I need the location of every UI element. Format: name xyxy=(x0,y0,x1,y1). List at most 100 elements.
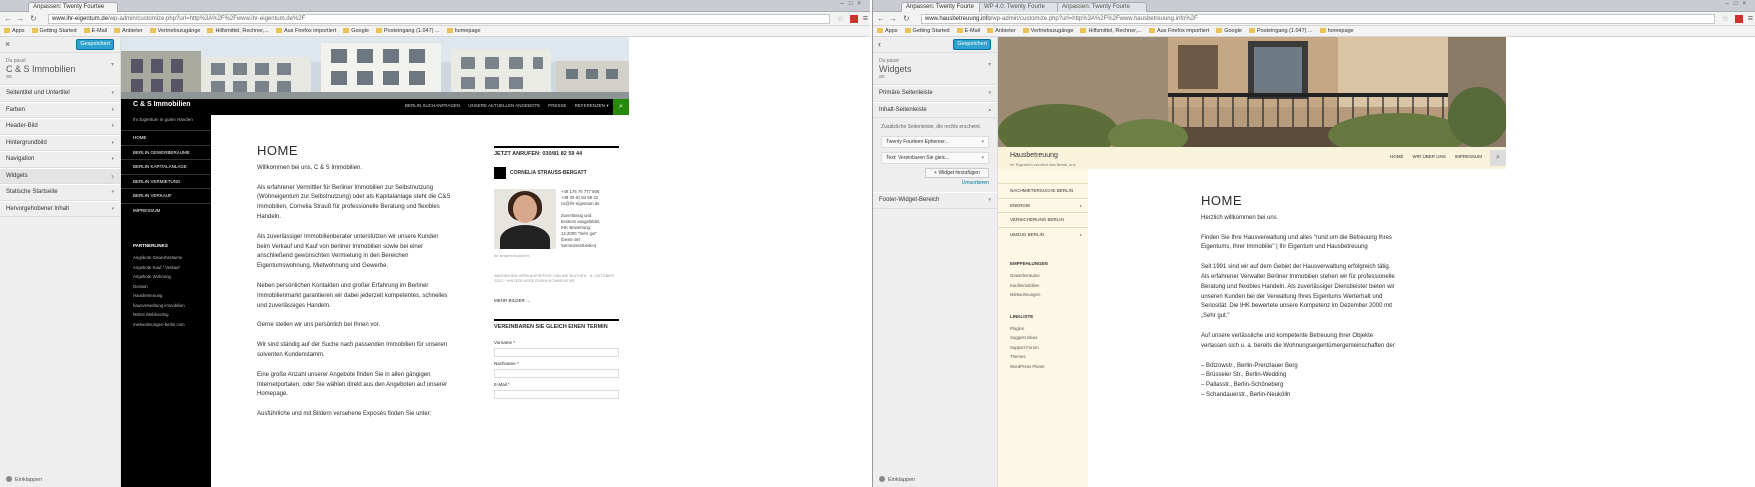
widget-link[interactable]: Themes xyxy=(1010,352,1076,362)
search-icon[interactable]: ⌕ xyxy=(613,99,629,115)
browser-menu-icon[interactable]: ≡ xyxy=(863,13,868,23)
saved-button[interactable]: Gespeichert xyxy=(953,39,991,50)
section-item[interactable]: Farben ▾ xyxy=(0,101,120,118)
bookmark-item[interactable]: Vertriebszugänge xyxy=(149,26,200,36)
nav-item[interactable]: VERSICHERUNG BERLIN xyxy=(998,212,1088,227)
search-icon[interactable]: ⌕ xyxy=(1490,150,1506,166)
reorder-link[interactable]: Umsortieren xyxy=(881,180,989,186)
widget-item[interactable]: Text: Vereinbaren Sie gleic... ▾ xyxy=(881,152,989,164)
url-input[interactable]: www.hausbetreuung.info/wp-admin/customiz… xyxy=(921,14,1715,24)
browser-menu-icon[interactable]: ≡ xyxy=(1748,13,1753,23)
nav-item[interactable]: IMPRESSUM xyxy=(121,202,211,218)
bookmark-item[interactable]: Google xyxy=(1216,26,1242,36)
bookmark-item[interactable]: Anbieter xyxy=(114,26,143,36)
window-controls[interactable]: –□× xyxy=(1726,1,1751,7)
bookmark-item[interactable]: Aus Firefox importiert xyxy=(275,26,336,36)
widget-link[interactable]: Kaufimmobilien xyxy=(1010,281,1076,291)
bookmark-item[interactable]: homepage xyxy=(446,26,481,36)
nav-item[interactable]: UMZUG BERLIN ▸ xyxy=(998,226,1088,242)
forward-icon[interactable]: → xyxy=(16,14,24,23)
widget-link[interactable]: MrDot Webhosting xyxy=(133,310,199,320)
forward-icon[interactable]: → xyxy=(889,14,897,23)
menu-item[interactable]: IMPRESSUM xyxy=(1455,154,1482,159)
bookmark-item[interactable]: Aus Firefox importiert xyxy=(1148,26,1209,36)
widget-link[interactable]: WordPress Planet xyxy=(1010,362,1076,372)
form-input[interactable] xyxy=(494,347,619,357)
back-icon[interactable]: ← xyxy=(877,14,885,23)
post-meta[interactable]: IMMOBILIEN VERKAUFSPROFI ONLINE BUCHEN ·… xyxy=(494,273,619,284)
bookmark-item[interactable]: Anbieter xyxy=(987,26,1016,36)
section-item[interactable]: Statische Startseite ▾ xyxy=(0,184,120,201)
nav-item[interactable]: ENERGIE ▸ xyxy=(998,197,1088,213)
widget-link[interactable]: Angebote Gewerberäume xyxy=(133,253,199,263)
add-widget-button[interactable]: + Widget hinzufügen xyxy=(925,168,989,178)
chevron-down-icon[interactable]: ▾ xyxy=(111,61,114,68)
back-icon[interactable]: ‹ xyxy=(878,39,881,49)
widget-link[interactable]: Plugins xyxy=(1010,324,1076,334)
widget-link[interactable]: mietwohnungen-berlin.com xyxy=(133,320,199,330)
saved-button[interactable]: Gespeichert xyxy=(76,39,114,50)
site-title[interactable]: Hausbetreuung xyxy=(1010,152,1058,159)
nav-item[interactable]: BERLIN GEWERBERÄUME xyxy=(121,144,211,160)
widget-item[interactable]: Twenty Fourteen Ephemer... ▾ xyxy=(881,136,989,148)
url-input[interactable]: www.ihr-eigentum.de/wp-admin/customize.p… xyxy=(48,14,830,24)
nav-item[interactable]: BERLIN VERMIETUNG xyxy=(121,173,211,189)
widget-link[interactable]: Gewerberäume xyxy=(1010,271,1076,281)
browser-tab-active[interactable]: Anpassen: Twenty Fourte xyxy=(901,2,991,12)
bookmark-item[interactable]: Hilfsmittel, Rechner,... xyxy=(1080,26,1142,36)
section-item[interactable]: Widgets › xyxy=(0,167,120,184)
bookmark-item[interactable]: Getting Started xyxy=(31,26,77,36)
window-controls[interactable]: –□× xyxy=(841,1,866,7)
site-title[interactable]: C & S Immobilien xyxy=(133,101,191,108)
close-icon[interactable]: × xyxy=(5,39,10,49)
browser-tab[interactable]: Anpassen: Twenty Fourtee xyxy=(28,2,118,12)
bookmark-star-icon[interactable]: ☆ xyxy=(837,14,844,23)
chevron-down-icon[interactable]: ▾ xyxy=(988,61,991,68)
menu-item[interactable]: PRESSE xyxy=(548,103,566,108)
reload-icon[interactable]: ↻ xyxy=(30,14,37,23)
section-item[interactable]: Navigation ▾ xyxy=(0,151,120,168)
widget-link[interactable]: Suggest Ideas xyxy=(1010,333,1076,343)
browser-tab[interactable]: WP 4.0: Twenty Fourte xyxy=(979,2,1069,12)
contact-line[interactable]: cs@ihr-eigentum.de xyxy=(561,201,600,207)
menu-item[interactable]: UNSERE AKTUELLEN ANGEBOTE xyxy=(468,103,540,108)
bookmark-item[interactable]: Posteingang (1.047) ... xyxy=(375,26,440,36)
more-images-link[interactable]: MEHR BILDER → xyxy=(494,298,619,303)
bookmark-star-icon[interactable]: ☆ xyxy=(1722,14,1729,23)
section-primary-sidebar[interactable]: Primäre Seitenleiste ▾ xyxy=(873,85,997,102)
bookmark-item[interactable]: Getting Started xyxy=(904,26,950,36)
section-item[interactable]: Seitentitel und Untertitel ▾ xyxy=(0,85,120,102)
bookmark-item[interactable]: Apps xyxy=(4,26,25,36)
collapse-button[interactable]: Einklappen xyxy=(879,476,915,483)
widget-link[interactable]: Angebote Wohnung xyxy=(133,272,199,282)
bookmark-item[interactable]: Vertriebszugänge xyxy=(1022,26,1073,36)
bookmark-item[interactable]: Hilfsmittel, Rechner,... xyxy=(207,26,269,36)
menu-item[interactable]: WIR ÜBER UNS xyxy=(1413,154,1446,159)
bookmark-item[interactable]: E-Mail xyxy=(956,26,980,36)
nav-item[interactable]: HOME xyxy=(121,130,211,145)
extension-icon[interactable] xyxy=(850,15,858,23)
section-item[interactable]: Header-Bild ▾ xyxy=(0,118,120,135)
menu-item[interactable]: REFERENZEN ▾ xyxy=(575,103,609,108)
bookmark-item[interactable]: E-Mail xyxy=(83,26,107,36)
widget-link[interactable]: Hausbetreuung xyxy=(133,291,199,301)
form-input[interactable] xyxy=(494,368,619,378)
bookmark-item[interactable]: Apps xyxy=(877,26,898,36)
widget-link[interactable]: Domain xyxy=(133,282,199,292)
section-item[interactable]: Hervorgehobener Inhalt ▾ xyxy=(0,200,120,217)
nav-item[interactable]: NACHMIETERSUCHE BERLIN xyxy=(998,183,1088,198)
widget-link[interactable]: Angebote Kauf / Verkauf xyxy=(133,263,199,273)
bookmark-item[interactable]: homepage xyxy=(1319,26,1354,36)
widget-link[interactable]: Support Forum xyxy=(1010,343,1076,353)
extension-icon[interactable] xyxy=(1735,15,1743,23)
nav-item[interactable]: BERLIN VERKAUF xyxy=(121,188,211,203)
widget-link[interactable]: hausverwaltung immobilien xyxy=(133,301,199,311)
bookmark-item[interactable]: Google xyxy=(343,26,369,36)
browser-tab[interactable]: Anpassen: Twenty Fourte xyxy=(1057,2,1147,12)
menu-item[interactable]: BERLIN SUCHANFRAGEN xyxy=(405,103,460,108)
section-content-sidebar[interactable]: Inhalt-Seitenleiste ▴ xyxy=(873,101,997,118)
back-icon[interactable]: ← xyxy=(4,14,12,23)
section-item[interactable]: Hintergrundbild ▾ xyxy=(0,134,120,151)
widget-link[interactable]: Mietwohnungen xyxy=(1010,290,1076,300)
form-input[interactable] xyxy=(494,389,619,399)
